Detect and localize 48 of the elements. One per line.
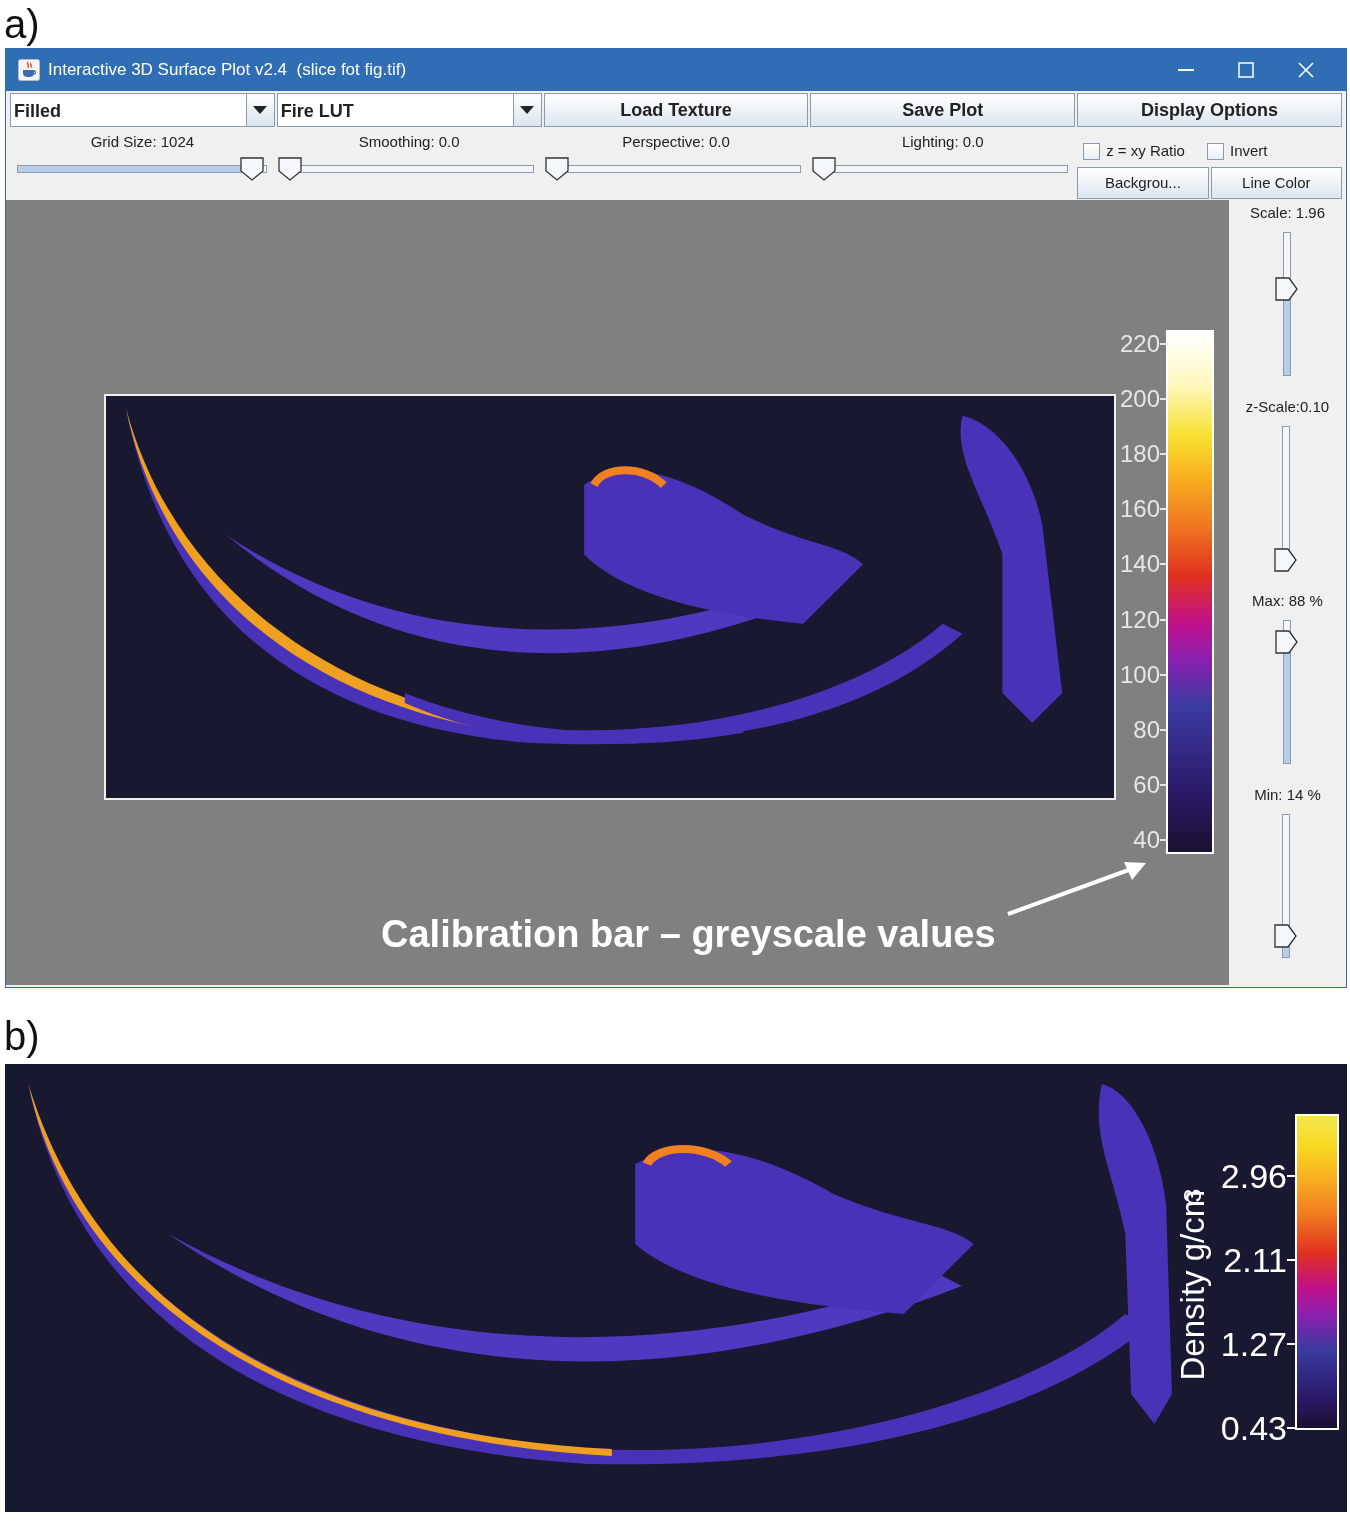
checkbox[interactable]: Invert <box>1206 135 1268 167</box>
slider-label: Perspective: 0.0 <box>622 132 730 152</box>
caret-icon <box>253 106 268 114</box>
slider-label: z-Scale:0.10 <box>1245 397 1330 417</box>
tick-label: 140 <box>1120 550 1161 579</box>
slider-thumb[interactable] <box>811 157 836 181</box>
slider-thumb[interactable] <box>1274 629 1299 654</box>
tick-label: 40 <box>1133 826 1161 854</box>
window-title: Interactive 3D Surface Plot v2.4 (slice fot fig.tif) <box>48 59 407 82</box>
java-cup-icon <box>18 59 40 81</box>
slider-thumb[interactable] <box>239 157 264 181</box>
close-icon[interactable] <box>1298 62 1314 78</box>
annotation-text: Calibration bar – greyscale values <box>381 912 996 957</box>
dropdown[interactable]: Fire LUT <box>276 93 542 127</box>
slider-thumb[interactable] <box>278 157 303 181</box>
tick-label: 60 <box>1133 770 1161 799</box>
slider-thumb[interactable] <box>545 157 569 181</box>
slider-thumb[interactable] <box>1274 548 1299 573</box>
slider-label: Smoothing: 0.0 <box>358 132 460 152</box>
tick-label: 120 <box>1120 605 1161 634</box>
toolbar-button[interactable]: Display Options <box>1077 93 1342 127</box>
tick-label: 0.43 <box>1220 1408 1287 1448</box>
panel-label: a) <box>4 1 40 48</box>
tick-label: 160 <box>1120 495 1161 524</box>
caret-icon <box>520 106 535 114</box>
tick-label: 2.96 <box>1220 1156 1287 1196</box>
checkbox[interactable]: z = xy Ratio <box>1083 135 1185 167</box>
slider-thumb[interactable] <box>1274 277 1299 302</box>
dropdown[interactable]: Filled <box>10 93 275 127</box>
slider-thumb[interactable] <box>1274 924 1299 949</box>
slider-label: Max: 88 % <box>1252 591 1323 611</box>
tick-label: 2.11 <box>1223 1240 1287 1280</box>
option-button[interactable]: Line Color <box>1210 167 1342 199</box>
option-button[interactable]: Backgrou... <box>1077 167 1209 199</box>
toolbar-button[interactable]: Load Texture <box>543 93 809 127</box>
tick-label: 220 <box>1120 330 1161 358</box>
slider-label: Min: 14 % <box>1254 785 1321 805</box>
tick-label: 80 <box>1133 715 1161 744</box>
toolbar-button[interactable]: Save Plot <box>810 93 1076 127</box>
panel-label: b) <box>4 1013 40 1060</box>
tick-label: 1.27 <box>1220 1324 1287 1364</box>
tick-label: 180 <box>1120 440 1161 469</box>
maximize-icon[interactable] <box>1238 62 1254 78</box>
tick-label: 100 <box>1120 660 1161 689</box>
tick-label: 200 <box>1120 385 1161 414</box>
slider-label: Scale: 1.96 <box>1249 203 1326 223</box>
slider-label: Grid Size: 1024 <box>90 132 195 152</box>
slider-label: Lighting: 0.0 <box>901 132 984 152</box>
